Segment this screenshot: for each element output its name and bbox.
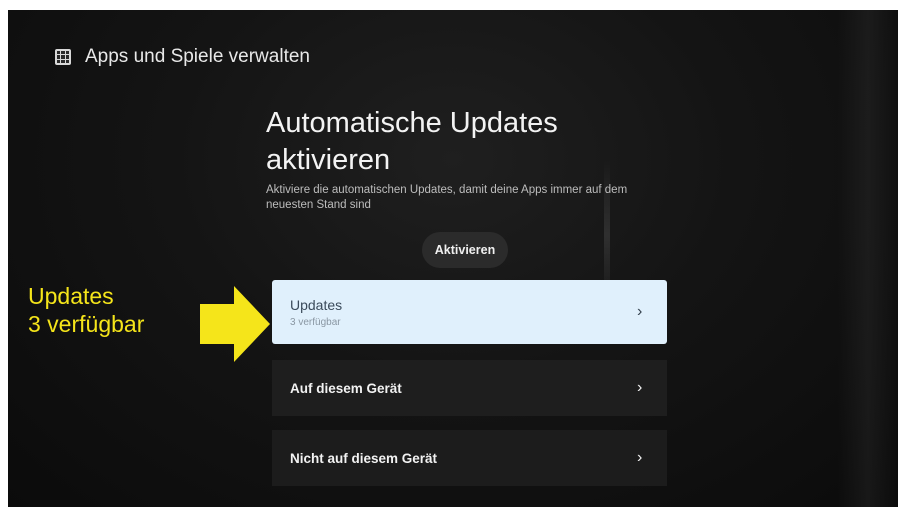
arrow-right-icon [200,286,270,362]
activate-button[interactable]: Aktivieren [422,232,508,268]
menu-item-on-device[interactable]: Auf diesem Gerät › [272,360,667,416]
auto-update-description: Aktiviere die automatischen Updates, dam… [266,184,628,211]
menu-item-label: Auf diesem Gerät [290,380,402,396]
auto-update-section: Automatische Updates aktivieren Aktivier… [266,105,666,213]
menu-item-sublabel: 3 verfügbar [290,316,341,328]
page-header: Apps und Spiele verwalten [55,46,310,68]
apps-grid-icon [55,49,71,65]
annotation-line-1: Updates [28,283,114,309]
chevron-right-icon: › [637,303,643,320]
menu-item-updates[interactable]: Updates 3 verfügbar › [272,280,667,344]
annotation-line-2: 3 verfügbar [28,311,145,337]
menu-item-label: Nicht auf diesem Gerät [290,450,438,466]
menu-item-label: Updates [290,296,343,313]
chevron-right-icon: › [637,449,643,466]
menu-item-not-on-device[interactable]: Nicht auf diesem Gerät › [272,430,667,486]
annotation-label: Updates 3 verfügbar [28,282,144,338]
page-title: Apps und Spiele verwalten [85,46,310,67]
glare-reflection-right [838,10,898,507]
chevron-right-icon: › [637,379,643,396]
auto-update-title: Automatische Updates aktivieren [266,107,558,176]
